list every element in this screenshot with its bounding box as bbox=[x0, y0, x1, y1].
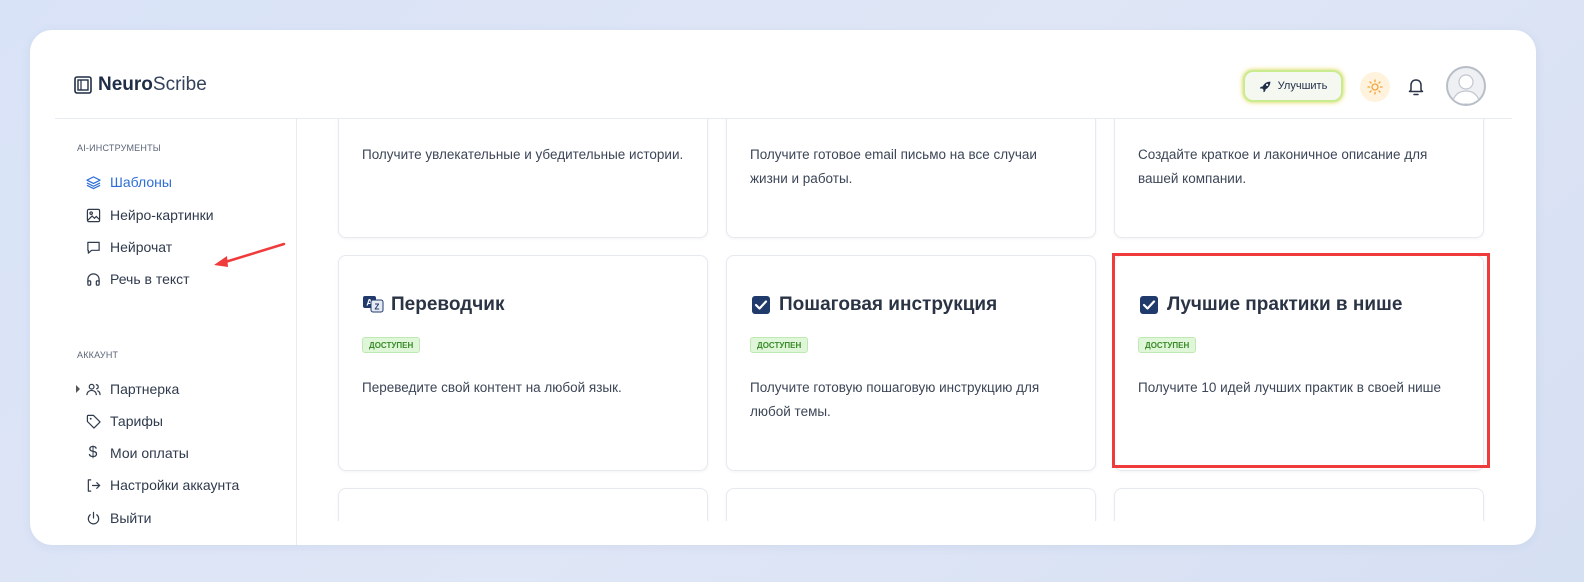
svg-text:Z: Z bbox=[375, 303, 380, 312]
card-title-text: Лучшие практики в нише bbox=[1167, 294, 1403, 315]
card-description: Получите увлекательные и убедительные ис… bbox=[362, 147, 684, 162]
logo[interactable]: NeuroScribe bbox=[74, 74, 207, 96]
card-title-text: Переводчик bbox=[391, 294, 505, 315]
sidebar-item-label: Мои оплаты bbox=[110, 445, 189, 461]
templates-grid: Получите увлекательные и убедительные ис… bbox=[298, 119, 1512, 521]
sidebar-item-templates[interactable]: Шаблоны bbox=[85, 171, 172, 193]
expand-caret-icon[interactable] bbox=[76, 385, 80, 393]
upgrade-label: Улучшить bbox=[1277, 80, 1328, 92]
template-card[interactable] bbox=[338, 488, 708, 521]
layers-icon bbox=[85, 174, 101, 190]
card-description: Переведите свой контент на любой язык. bbox=[362, 380, 622, 395]
template-card[interactable]: Получите готовое email письмо на все слу… bbox=[726, 119, 1096, 238]
template-card-translator[interactable]: A Z Переводчик ДОСТУПЕН Переведите свой … bbox=[338, 255, 708, 471]
card-description: Получите 10 идей лучших практик в своей … bbox=[1138, 380, 1442, 395]
theme-toggle[interactable] bbox=[1360, 72, 1390, 102]
avatar[interactable] bbox=[1446, 66, 1486, 106]
section-title-account: АККАУНТ bbox=[77, 350, 119, 360]
logo-icon bbox=[74, 76, 92, 94]
status-badge: ДОСТУПЕН bbox=[1138, 337, 1197, 353]
sidebar-item-label: Выйти bbox=[110, 510, 152, 526]
template-card[interactable]: Получите увлекательные и убедительные ис… bbox=[338, 119, 708, 238]
sidebar-item-speech-to-text[interactable]: Речь в текст bbox=[85, 268, 190, 290]
sidebar-item-label: Нейрочат bbox=[110, 239, 173, 255]
template-card-step-guide[interactable]: Пошаговая инструкция ДОСТУПЕН Получите г… bbox=[726, 255, 1096, 471]
annotation-arrow bbox=[214, 242, 286, 267]
status-badge: ДОСТУПЕН bbox=[750, 337, 809, 353]
image-icon bbox=[85, 207, 101, 223]
headphones-icon bbox=[85, 271, 101, 287]
rocket-icon bbox=[1259, 81, 1271, 92]
translate-icon: A Z bbox=[363, 296, 384, 313]
brand-rest: Scribe bbox=[152, 74, 207, 95]
sidebar-item-label: Речь в текст bbox=[110, 271, 190, 287]
sidebar-item-label: Партнерка bbox=[110, 381, 180, 397]
sidebar-item-label: Тарифы bbox=[110, 413, 163, 429]
sidebar-item-neuro-images[interactable]: Нейро-картинки bbox=[85, 204, 214, 226]
sidebar: AI-ИНСТРУМЕНТЫ Шаблоны Нейро-картинки Не… bbox=[55, 119, 297, 545]
chat-icon bbox=[85, 239, 101, 255]
sidebar-item-neurochat[interactable]: Нейрочат bbox=[85, 236, 172, 258]
login-icon bbox=[85, 477, 101, 493]
card-title: A Z Переводчик bbox=[362, 294, 504, 316]
section-title-ai: AI-ИНСТРУМЕНТЫ bbox=[77, 143, 161, 153]
users-icon bbox=[85, 381, 101, 397]
top-bar: NeuroScribe Улучшить bbox=[30, 30, 1536, 118]
status-badge: ДОСТУПЕН bbox=[362, 337, 421, 353]
sidebar-item-label: Нейро-картинки bbox=[110, 207, 214, 223]
brand-bold: Neuro bbox=[98, 74, 153, 95]
template-card[interactable]: Создайте краткое и лаконичное описание д… bbox=[1114, 119, 1484, 238]
app-window: NeuroScribe Улучшить AI-ИНСТРУМЕНТЫ Шабл… bbox=[30, 30, 1536, 545]
checkbox-icon bbox=[752, 296, 770, 314]
card-description: Получите готовую пошаговую инструкцию дл… bbox=[750, 380, 1040, 419]
bell-icon bbox=[1408, 79, 1424, 96]
sidebar-item-payments[interactable]: $ Мои оплаты bbox=[85, 442, 189, 464]
card-description: Получите готовое email письмо на все слу… bbox=[750, 147, 1037, 186]
notifications-button[interactable] bbox=[1404, 74, 1428, 100]
sidebar-item-label: Настройки аккаунта bbox=[110, 477, 240, 493]
template-card[interactable] bbox=[726, 488, 1096, 521]
upgrade-button[interactable]: Улучшить bbox=[1243, 70, 1343, 102]
tag-icon bbox=[85, 413, 101, 429]
sidebar-item-partners[interactable]: Партнерка bbox=[76, 378, 180, 400]
card-description: Создайте краткое и лаконичное описание д… bbox=[1138, 147, 1428, 186]
checkbox-icon bbox=[1140, 296, 1158, 314]
template-card[interactable] bbox=[1114, 488, 1484, 521]
dollar-icon: $ bbox=[88, 444, 98, 461]
power-icon bbox=[85, 510, 101, 526]
user-avatar-icon bbox=[1451, 74, 1481, 104]
card-title: Лучшие практики в нише bbox=[1138, 294, 1402, 316]
card-title: Пошаговая инструкция bbox=[750, 294, 997, 316]
sidebar-item-tariffs[interactable]: Тарифы bbox=[85, 410, 163, 432]
sidebar-item-label: Шаблоны bbox=[110, 174, 172, 190]
card-title-text: Пошаговая инструкция bbox=[779, 294, 998, 315]
template-card-best-practices[interactable]: Лучшие практики в нише ДОСТУПЕН Получите… bbox=[1114, 255, 1484, 471]
sidebar-item-account-settings[interactable]: Настройки аккаунта bbox=[85, 474, 239, 496]
sun-icon bbox=[1367, 79, 1383, 95]
sidebar-item-logout[interactable]: Выйти bbox=[85, 507, 151, 529]
